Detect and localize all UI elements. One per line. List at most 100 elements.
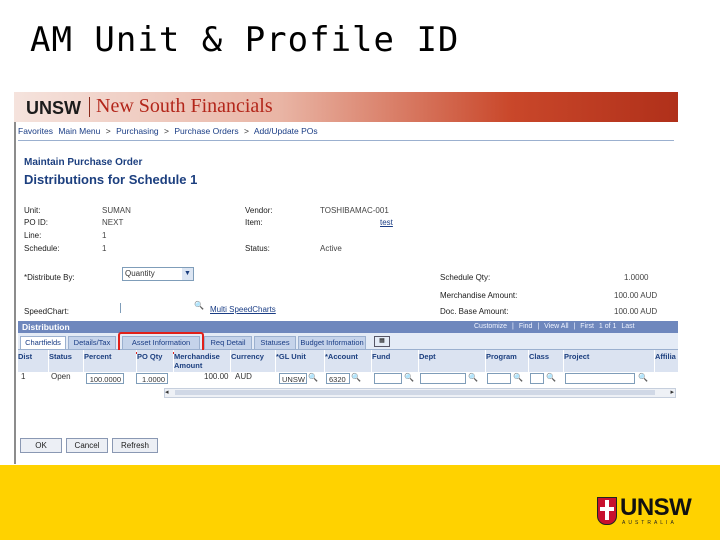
- grid-horizontal-scrollbar[interactable]: ◂ ▸: [164, 388, 676, 398]
- scroll-right-icon[interactable]: ▸: [670, 388, 674, 396]
- app-banner: UNSW New South Financials: [14, 92, 678, 122]
- footer-logo: UNSW: [620, 494, 692, 521]
- schedule-label: Schedule:: [24, 244, 60, 253]
- distribute-by-select[interactable]: Quantity ▼: [122, 267, 194, 281]
- show-all-columns-icon[interactable]: ▦: [374, 336, 390, 347]
- row-dist: 1: [21, 372, 26, 381]
- distribution-grid-title: Distribution: [22, 322, 70, 332]
- column-header-currency: Currency: [231, 350, 275, 372]
- fund-search-icon[interactable]: 🔍: [404, 373, 414, 382]
- breadcrumb-purchasing[interactable]: Purchasing: [116, 126, 159, 136]
- column-header-po-qty: PO Qty: [137, 350, 173, 372]
- account-search-icon[interactable]: 🔍: [351, 373, 361, 382]
- scrollbar-thumb[interactable]: [175, 390, 655, 395]
- grid-first-link[interactable]: First: [580, 323, 594, 330]
- slide-title: AM Unit & Profile ID: [30, 20, 460, 60]
- project-search-icon[interactable]: 🔍: [638, 373, 648, 382]
- crest-cross: [600, 507, 614, 511]
- grid-nav-separator: |: [573, 323, 576, 330]
- chevron-down-icon[interactable]: ▼: [182, 268, 193, 280]
- page-title: Distributions for Schedule 1: [24, 172, 198, 187]
- grid-view-all-link[interactable]: View All: [544, 323, 568, 330]
- multi-speedcharts-link[interactable]: Multi SpeedCharts: [210, 305, 276, 314]
- column-header-merchandise-amount: Merchandise Amount: [174, 350, 230, 372]
- status-value: Active: [320, 244, 342, 253]
- banner-divider: [89, 97, 90, 117]
- banner-app-name: New South Financials: [96, 95, 273, 117]
- merchandise-amount-value: 100.00 AUD: [614, 291, 658, 300]
- column-header-status: Status: [49, 350, 83, 372]
- breadcrumb-favorites[interactable]: Favorites: [18, 126, 53, 136]
- column-header-program: Program: [486, 350, 528, 372]
- footer-logo-subtitle: AUSTRALIA: [622, 520, 677, 526]
- tab-budget-information[interactable]: Budget Information: [298, 336, 366, 349]
- vendor-value: TOSHIBAMAC-001: [320, 206, 389, 215]
- breadcrumb-separator: >: [105, 126, 111, 136]
- grid-find-link[interactable]: Find: [519, 323, 533, 330]
- line-label: Line:: [24, 231, 42, 240]
- application-screenshot: UNSW New South Financials Favorites Main…: [14, 92, 678, 464]
- grid-page-count: 1 of 1: [598, 323, 617, 330]
- dept-input[interactable]: [420, 373, 466, 384]
- schedule-qty-value: 1.0000: [624, 273, 649, 282]
- line-value: 1: [102, 231, 107, 240]
- breadcrumb-add-update-pos[interactable]: Add/Update POs: [254, 126, 318, 136]
- grid-customize-link[interactable]: Customize: [474, 323, 507, 330]
- doc-base-amount-label: Doc. Base Amount:: [440, 307, 509, 316]
- column-header-project: Project: [564, 350, 654, 372]
- column-header-dept: Dept: [419, 350, 485, 372]
- breadcrumb: Favorites Main Menu > Purchasing > Purch…: [18, 126, 321, 136]
- gl-unit-input[interactable]: UNSW: [279, 373, 307, 384]
- merchandise-amount-label: Merchandise Amount:: [440, 291, 518, 300]
- column-header-dist: Dist: [18, 350, 48, 372]
- gl-unit-search-icon[interactable]: 🔍: [308, 373, 318, 382]
- schedule-value: 1: [102, 244, 107, 253]
- po-id-value: NEXT: [102, 218, 124, 227]
- grid-navigation: Customize | Find | View All | First 1 of…: [474, 323, 638, 330]
- program-search-icon[interactable]: 🔍: [513, 373, 523, 382]
- dept-search-icon[interactable]: 🔍: [468, 373, 478, 382]
- tab-statuses[interactable]: Statuses: [254, 336, 296, 349]
- distribute-by-value: Quantity: [125, 269, 155, 278]
- class-input[interactable]: [530, 373, 544, 384]
- vendor-label: Vendor:: [245, 206, 273, 215]
- column-header-account: *Account: [325, 350, 371, 372]
- account-input[interactable]: 6320: [326, 373, 350, 384]
- tab-details-tax[interactable]: Details/Tax: [68, 336, 116, 349]
- unit-value: SUMAN: [102, 206, 131, 215]
- unit-label: Unit:: [24, 206, 41, 215]
- screenshot-left-border: [14, 92, 16, 464]
- tab-chartfields[interactable]: Chartfields: [20, 336, 66, 349]
- page-subtitle: Maintain Purchase Order: [24, 157, 143, 168]
- breadcrumb-purchase-orders[interactable]: Purchase Orders: [174, 126, 238, 136]
- fund-input[interactable]: [374, 373, 402, 384]
- doc-base-amount-value: 100.00 AUD: [614, 307, 658, 316]
- item-link[interactable]: test: [380, 218, 393, 227]
- po-id-label: PO ID:: [24, 218, 49, 227]
- refresh-button[interactable]: Refresh: [112, 438, 158, 453]
- percent-input[interactable]: 100.0000: [86, 373, 124, 384]
- speedchart-input[interactable]: [120, 303, 121, 313]
- project-input[interactable]: [565, 373, 635, 384]
- grid-last-link[interactable]: Last: [621, 323, 634, 330]
- column-header-percent: Percent: [84, 350, 136, 372]
- cancel-button[interactable]: Cancel: [66, 438, 108, 453]
- ok-button[interactable]: OK: [20, 438, 62, 453]
- column-header-fund: Fund: [372, 350, 418, 372]
- row-merchandise-amount: 100.00: [204, 372, 229, 381]
- distribution-grid-header: Distribution Customize | Find | View All…: [18, 321, 678, 333]
- grid-nav-separator: |: [537, 323, 540, 330]
- tab-req-detail[interactable]: Req Detail: [204, 336, 252, 349]
- search-icon[interactable]: 🔍: [194, 301, 204, 310]
- column-header-affiliate: Affilia: [655, 350, 678, 372]
- status-label: Status:: [245, 244, 270, 253]
- column-header-class: Class: [529, 350, 563, 372]
- breadcrumb-separator: >: [164, 126, 169, 136]
- class-search-icon[interactable]: 🔍: [546, 373, 556, 382]
- grid-nav-separator: |: [512, 323, 514, 330]
- program-input[interactable]: [487, 373, 511, 384]
- breadcrumb-main-menu[interactable]: Main Menu: [58, 126, 100, 136]
- column-header-gl-unit: *GL Unit: [276, 350, 324, 372]
- scroll-left-icon[interactable]: ◂: [165, 388, 169, 396]
- po-qty-input[interactable]: 1.0000: [136, 373, 168, 384]
